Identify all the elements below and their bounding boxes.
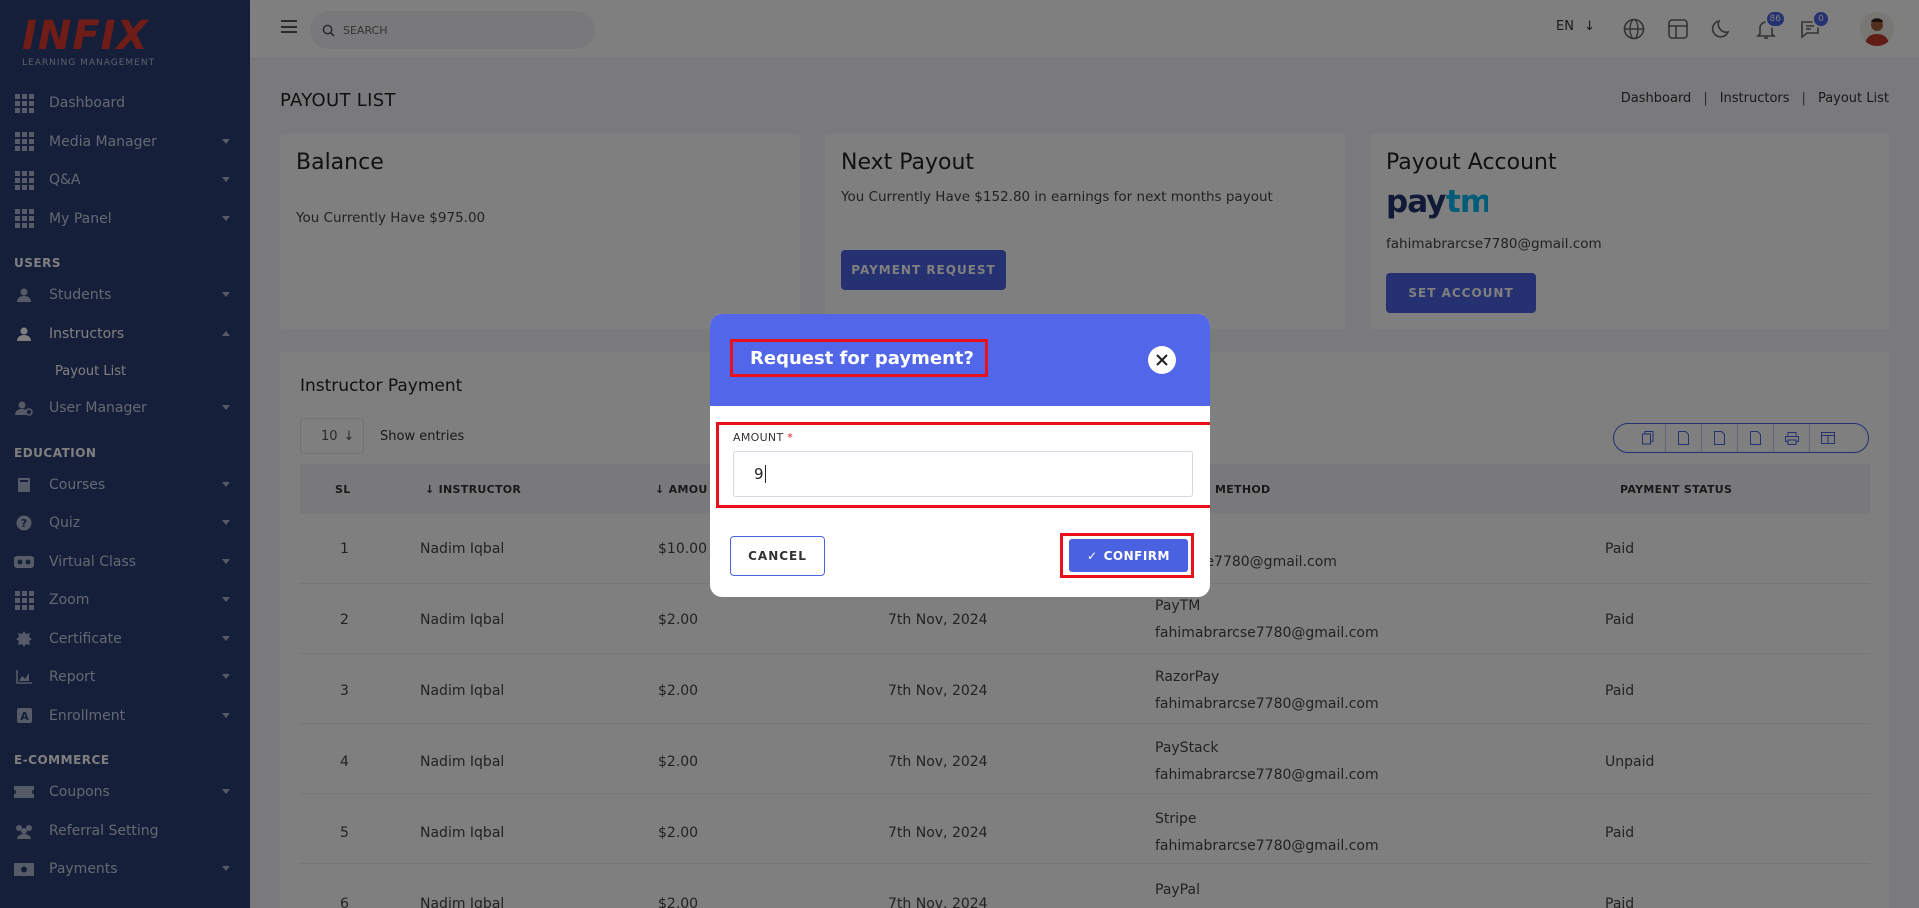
confirm-button[interactable]: ✓ CONFIRM [1069, 539, 1188, 572]
amount-input[interactable]: 9 [733, 451, 1193, 497]
close-button[interactable] [1148, 346, 1176, 374]
cancel-button[interactable]: CANCEL [730, 536, 825, 576]
amount-label-text: AMOUNT [733, 431, 784, 444]
required-mark: * [787, 431, 794, 444]
confirm-label: CONFIRM [1103, 548, 1170, 563]
check-icon: ✓ [1087, 548, 1098, 563]
amount-value: 9 [754, 465, 764, 483]
text-cursor [764, 465, 766, 483]
close-icon [1156, 354, 1168, 366]
confirm-highlight: ✓ CONFIRM [1060, 533, 1194, 578]
modal-title: Request for payment? [730, 339, 988, 377]
payment-request-modal: Request for payment? AMOUNT * 9 CANCEL ✓… [710, 314, 1210, 597]
amount-label: AMOUNT * [733, 431, 793, 444]
amount-field-group: AMOUNT * 9 [716, 422, 1210, 508]
modal-header: Request for payment? [710, 314, 1210, 406]
